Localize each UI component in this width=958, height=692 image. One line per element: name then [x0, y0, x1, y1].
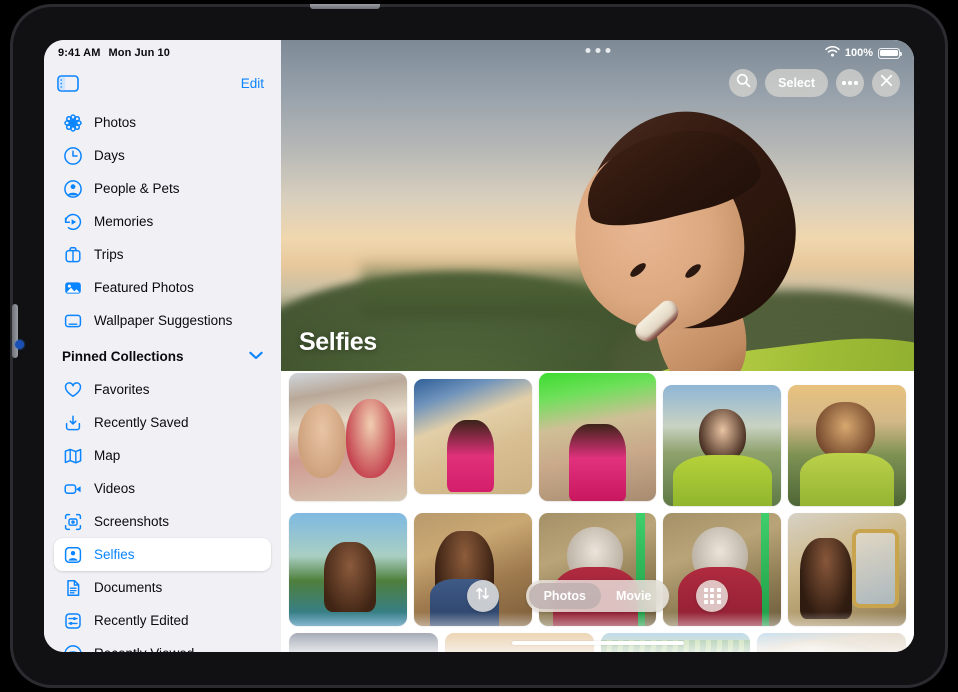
document-icon — [62, 577, 84, 599]
photo-thumb-rock-partial[interactable] — [757, 633, 906, 652]
photo-thumb-senior-couple[interactable] — [289, 373, 407, 501]
status-date: Mon Jun 10 — [108, 47, 170, 59]
more-options-button[interactable] — [836, 69, 864, 97]
sidebar-item-label: Days — [94, 148, 125, 163]
chevron-down-icon[interactable] — [249, 347, 263, 365]
volume-button[interactable] — [12, 304, 18, 358]
wallpaper-rectangle-icon — [62, 310, 84, 332]
sidebar-item-memories[interactable]: Memories — [54, 205, 271, 238]
sidebar-item-trips[interactable]: Trips — [54, 238, 271, 271]
hero-subject-person — [563, 112, 863, 371]
sidebar-scroll-area[interactable]: Photos Days — [44, 106, 281, 652]
grid-nine-squares-icon — [704, 588, 720, 604]
bottom-floating-controls: Photos Movie — [281, 580, 914, 612]
sidebar-item-label: Recently Saved — [94, 415, 189, 430]
search-icon — [736, 73, 751, 93]
photos-flower-icon — [62, 112, 84, 134]
sidebar-item-label: Selfies — [94, 547, 135, 562]
sidebar-item-label: Featured Photos — [94, 280, 194, 295]
home-indicator-bar[interactable] — [512, 641, 684, 646]
eye-icon — [62, 643, 84, 653]
selfie-person-icon — [62, 544, 84, 566]
sidebar-item-label: Videos — [94, 481, 135, 496]
sidebar-item-documents[interactable]: Documents — [54, 571, 271, 604]
battery-full-icon — [878, 48, 900, 59]
person-circle-icon — [62, 178, 84, 200]
sidebar-item-featured-photos[interactable]: Featured Photos — [54, 271, 271, 304]
sidebar-item-recently-viewed[interactable]: Recently Viewed — [54, 637, 271, 652]
sort-button[interactable] — [467, 580, 499, 612]
sidebar-item-screenshots[interactable]: Screenshots — [54, 505, 271, 538]
sidebar-item-favorites[interactable]: Favorites — [54, 373, 271, 406]
sidebar-item-label: Screenshots — [94, 514, 169, 529]
battery-percent-label: 100% — [845, 47, 873, 59]
status-time: 9:41 AM — [58, 47, 100, 59]
sidebar-item-label: Recently Viewed — [94, 646, 194, 652]
sidebar-item-recently-saved[interactable]: Recently Saved — [54, 406, 271, 439]
close-button[interactable] — [872, 69, 900, 97]
annotation-marker — [15, 340, 24, 349]
sidebar-item-selfies[interactable]: Selfies — [54, 538, 271, 571]
photo-thumb-night-partial[interactable] — [289, 633, 438, 652]
video-camera-icon — [62, 478, 84, 500]
edit-button[interactable]: Edit — [238, 74, 267, 93]
memories-play-icon — [62, 211, 84, 233]
sidebar-item-label: Favorites — [94, 382, 150, 397]
suitcase-icon — [62, 244, 84, 266]
sidebar-item-label: Memories — [94, 214, 153, 229]
page-title: Selfies — [299, 328, 377, 357]
three-dots-handle-icon[interactable] — [585, 48, 610, 53]
sidebar-item-label: People & Pets — [94, 181, 180, 196]
sidebar-item-wallpaper-suggestions[interactable]: Wallpaper Suggestions — [54, 304, 271, 337]
select-button[interactable]: Select — [765, 69, 828, 97]
status-bar: 9:41 AM Mon Jun 10 — [44, 40, 281, 62]
hero-toolbar: Select — [729, 69, 900, 97]
status-bar-right: 100% — [825, 46, 900, 60]
media-type-segmented-control: Photos Movie — [526, 580, 670, 612]
sidebar-item-label: Wallpaper Suggestions — [94, 313, 232, 328]
ellipsis-icon — [842, 81, 857, 84]
sidebar: 9:41 AM Mon Jun 10 Edit — [44, 40, 281, 652]
sidebar-item-label: Recently Edited — [94, 613, 189, 628]
ipad-screen: 9:41 AM Mon Jun 10 Edit — [44, 40, 914, 652]
sidebar-header: Edit — [44, 66, 281, 100]
sidebar-item-label: Documents — [94, 580, 162, 595]
sidebar-item-map[interactable]: Map — [54, 439, 271, 472]
sidebar-item-recently-edited[interactable]: Recently Edited — [54, 604, 271, 637]
sidebar-item-label: Trips — [94, 247, 124, 262]
sidebar-item-days[interactable]: Days — [54, 139, 271, 172]
sort-arrows-up-down-icon — [475, 586, 490, 606]
segment-movie[interactable]: Movie — [601, 583, 666, 609]
photo-thumb-woman-green-cloth[interactable] — [539, 373, 657, 501]
close-x-icon — [880, 74, 893, 92]
download-tray-icon — [62, 412, 84, 434]
sidebar-item-videos[interactable]: Videos — [54, 472, 271, 505]
content-area: Selfies 100% — [281, 40, 914, 652]
photo-star-icon — [62, 277, 84, 299]
power-button[interactable] — [310, 4, 380, 9]
sidebar-section-label: Pinned Collections — [62, 349, 184, 364]
photo-thumb-woman-canyon[interactable] — [414, 379, 532, 494]
hero-subject-eye-left — [628, 261, 648, 279]
segment-photos[interactable]: Photos — [529, 583, 601, 609]
sidebar-item-label: Map — [94, 448, 120, 463]
search-button[interactable] — [729, 69, 757, 97]
sidebar-section-pinned-collections[interactable]: Pinned Collections — [54, 340, 271, 372]
photo-thumb-woman-field-sunset[interactable] — [663, 385, 781, 506]
sidebar-toggle-icon[interactable] — [57, 75, 79, 92]
sidebar-item-photos[interactable]: Photos — [54, 106, 271, 139]
clock-icon — [62, 145, 84, 167]
map-icon — [62, 445, 84, 467]
photo-thumb-curly-hair-sunset[interactable] — [788, 385, 906, 506]
wifi-icon — [825, 46, 840, 60]
sidebar-item-label: Photos — [94, 115, 136, 130]
sidebar-item-people-and-pets[interactable]: People & Pets — [54, 172, 271, 205]
hero-subject-eye-right — [683, 262, 703, 280]
layout-grid-button[interactable] — [696, 580, 728, 612]
sliders-edit-icon — [62, 610, 84, 632]
photo-grid-row — [289, 379, 906, 506]
heart-icon — [62, 379, 84, 401]
screenshot-icon — [62, 511, 84, 533]
